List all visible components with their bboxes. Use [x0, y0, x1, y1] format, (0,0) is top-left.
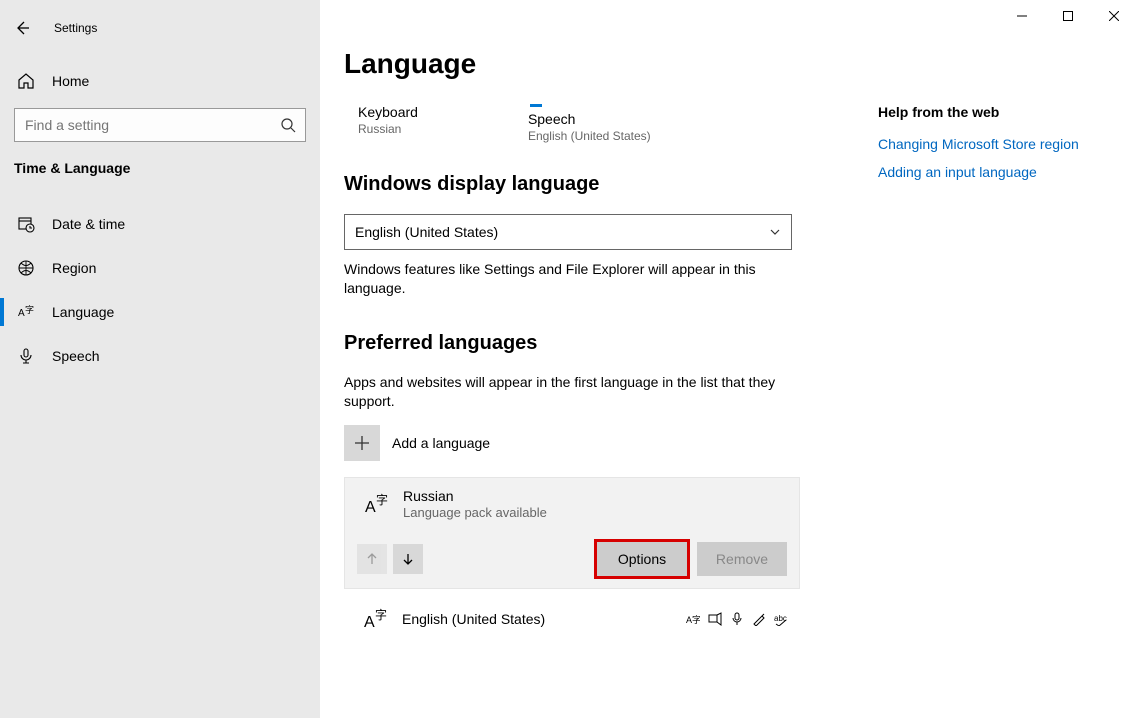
move-up-button[interactable]: [357, 544, 387, 574]
help-heading: Help from the web: [878, 104, 1079, 120]
home-icon: [16, 72, 36, 90]
language-icon: A字: [356, 605, 396, 633]
sidebar-item-date-time[interactable]: Date & time: [0, 202, 320, 246]
language-icon: A字: [16, 303, 36, 321]
handwriting-badge-icon: [752, 612, 766, 626]
help-link-input-language[interactable]: Adding an input language: [878, 164, 1079, 180]
sidebar-item-language[interactable]: A字 Language: [0, 290, 320, 334]
sidebar-home-label: Home: [52, 73, 89, 89]
svg-text:A字: A字: [686, 614, 700, 625]
speech-card-sub: English (United States): [528, 129, 651, 143]
search-input[interactable]: [15, 117, 271, 133]
language-item-name: Russian: [403, 488, 547, 504]
maximize-button[interactable]: [1045, 0, 1091, 32]
svg-text:字: 字: [25, 304, 34, 315]
options-button[interactable]: Options: [597, 542, 687, 576]
language-item-sub: Language pack available: [403, 505, 547, 520]
back-button[interactable]: [0, 8, 44, 48]
preferred-languages-heading: Preferred languages: [344, 332, 844, 355]
svg-text:A: A: [364, 614, 375, 631]
window-title: Settings: [54, 21, 97, 35]
svg-text:A: A: [365, 499, 376, 516]
language-item-name: English (United States): [402, 611, 545, 627]
keyboard-card[interactable]: Keyboard Russian: [358, 104, 418, 143]
keyboard-card-sub: Russian: [358, 122, 418, 136]
plus-icon: [344, 425, 380, 461]
svg-text:abc: abc: [774, 614, 787, 623]
display-language-heading: Windows display language: [344, 173, 844, 196]
language-item-russian[interactable]: A字 Russian Language pack available: [344, 477, 800, 589]
search-icon: [271, 117, 305, 133]
sidebar-group-title: Time & Language: [0, 142, 320, 186]
sidebar-item-label: Speech: [52, 348, 99, 364]
close-button[interactable]: [1091, 0, 1137, 32]
svg-text:字: 字: [375, 607, 387, 622]
keyboard-card-label: Keyboard: [358, 104, 418, 120]
language-item-english[interactable]: A字 English (United States) A字 abc: [344, 599, 800, 639]
page-title: Language: [344, 48, 844, 80]
sidebar-item-region[interactable]: Region: [0, 246, 320, 290]
speech-recognition-badge-icon: [730, 612, 744, 626]
globe-icon: [16, 259, 36, 277]
microphone-icon: [16, 347, 36, 365]
remove-button-label: Remove: [716, 551, 768, 567]
display-language-select[interactable]: English (United States): [344, 214, 792, 250]
svg-text:A: A: [18, 308, 25, 319]
help-link-store-region[interactable]: Changing Microsoft Store region: [878, 136, 1079, 152]
sidebar-item-label: Date & time: [52, 216, 125, 232]
preferred-languages-desc: Apps and websites will appear in the fir…: [344, 373, 784, 411]
speech-card-label: Speech: [528, 111, 651, 127]
speech-card[interactable]: Speech English (United States): [528, 104, 651, 143]
text-to-speech-badge-icon: [708, 612, 722, 626]
speech-card-accent: [530, 104, 542, 107]
svg-text:字: 字: [376, 492, 388, 507]
add-language-button[interactable]: Add a language: [344, 425, 844, 461]
sidebar-item-speech[interactable]: Speech: [0, 334, 320, 378]
add-language-label: Add a language: [392, 435, 490, 451]
display-language-value: English (United States): [355, 224, 498, 240]
sidebar-item-label: Region: [52, 260, 96, 276]
chevron-down-icon: [769, 226, 781, 238]
remove-button[interactable]: Remove: [697, 542, 787, 576]
display-language-desc: Windows features like Settings and File …: [344, 260, 784, 298]
sidebar-item-label: Language: [52, 304, 114, 320]
display-language-badge-icon: A字: [686, 612, 700, 626]
options-button-label: Options: [618, 551, 666, 567]
language-icon: A字: [357, 490, 397, 518]
sidebar-home[interactable]: Home: [0, 60, 320, 102]
search-input-wrap[interactable]: [14, 108, 306, 142]
minimize-button[interactable]: [999, 0, 1045, 32]
move-down-button[interactable]: [393, 544, 423, 574]
calendar-clock-icon: [16, 215, 36, 233]
spellcheck-badge-icon: abc: [774, 612, 788, 626]
